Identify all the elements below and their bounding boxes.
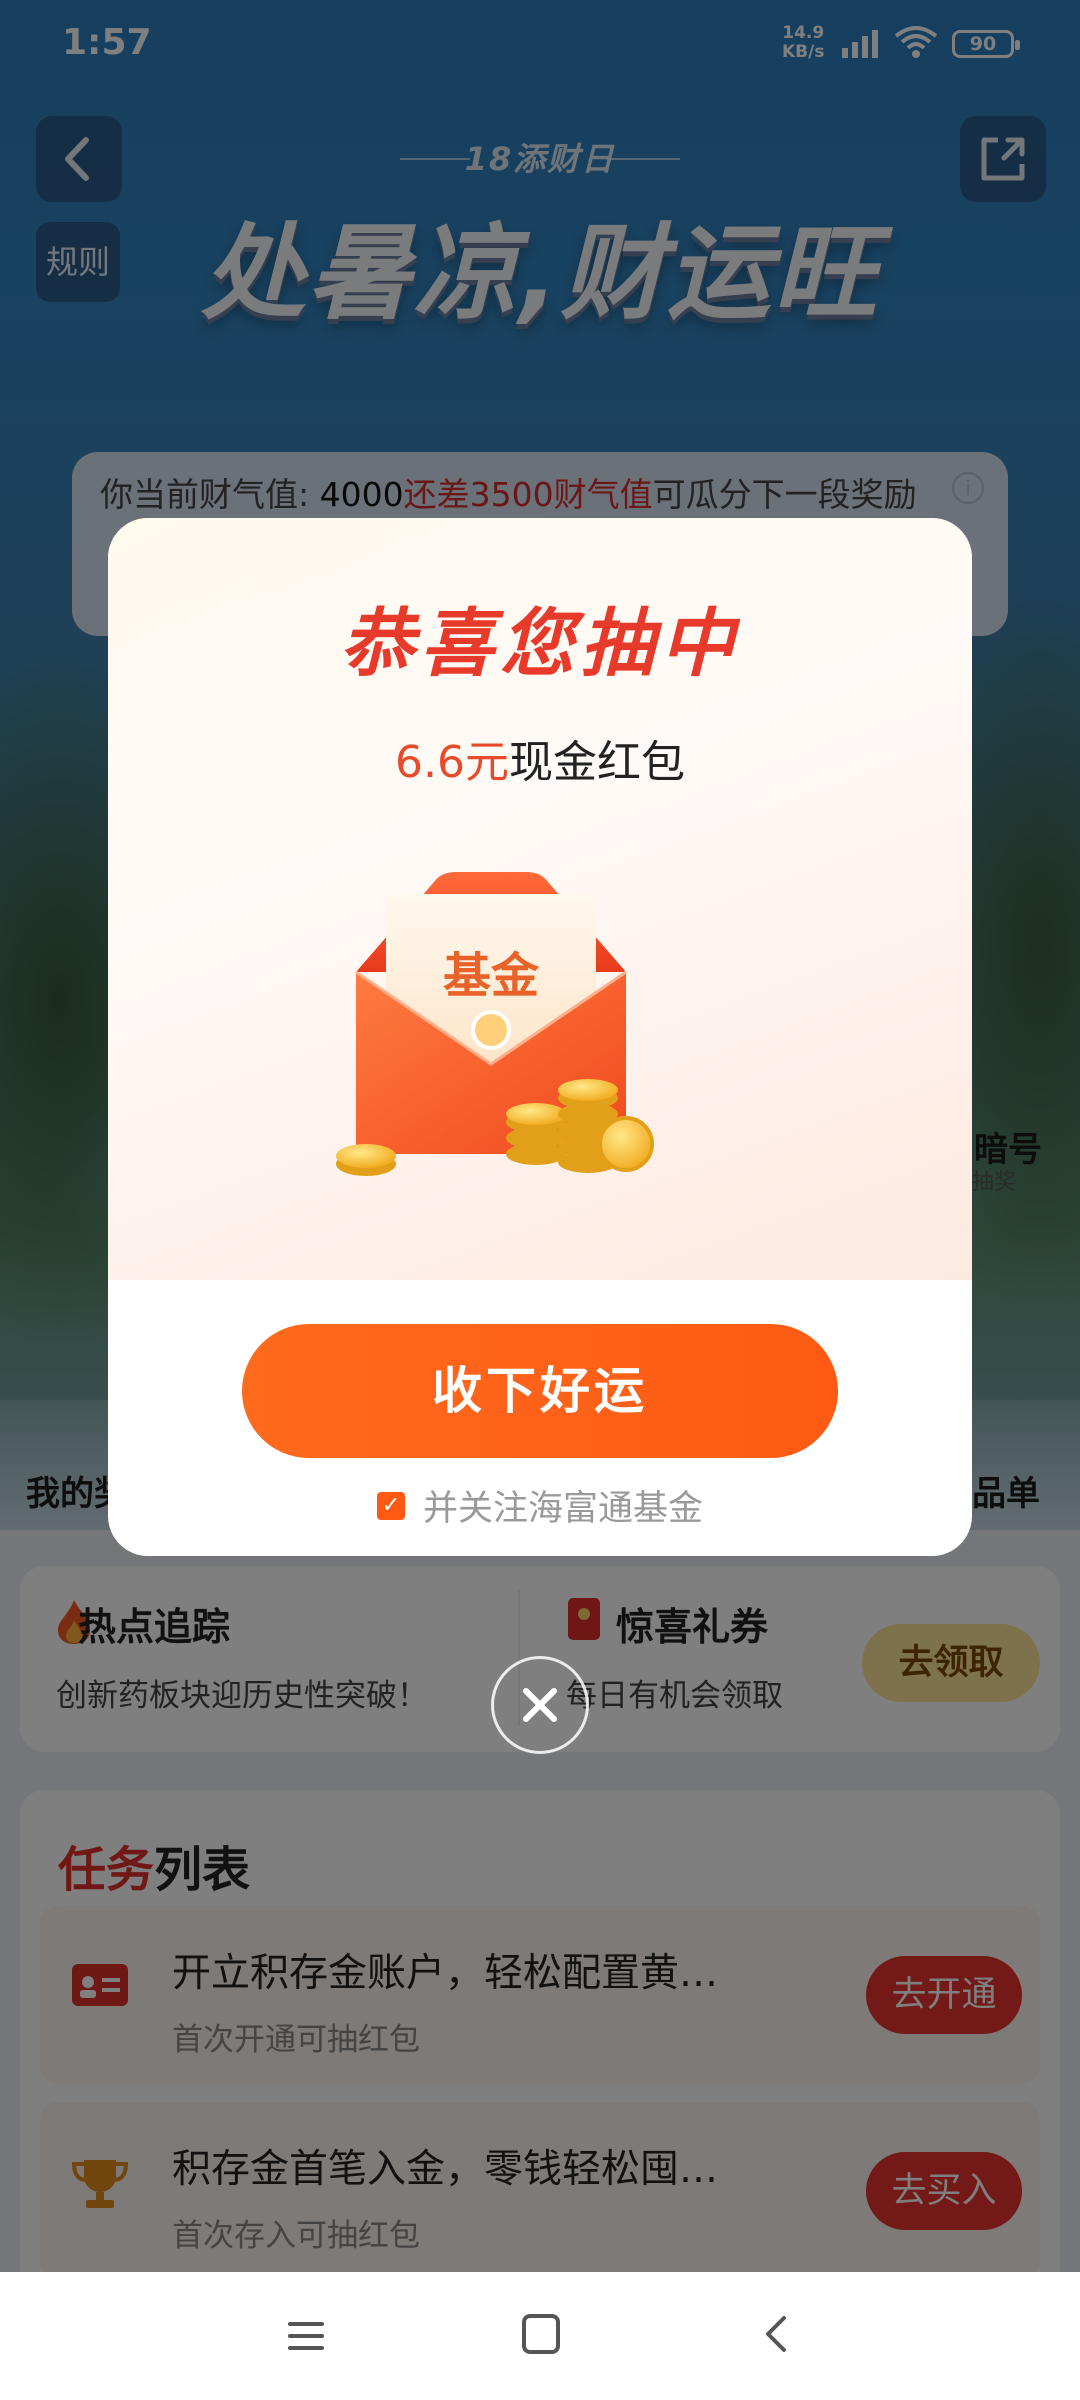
prize-dialog: 恭喜您抽中 6.6元现金红包 基金 收下好运 ✓ 并关注海富通基金 (108, 518, 972, 1556)
nav-back-icon[interactable] (756, 2312, 796, 2356)
close-dialog-button[interactable] (491, 1656, 589, 1754)
dialog-title: 恭喜您抽中 (340, 601, 740, 687)
system-nav-bar (0, 2272, 1080, 2400)
envelope-label: 基金 (443, 948, 540, 1004)
close-icon (523, 1688, 557, 1722)
prize-description: 6.6元现金红包 (108, 726, 972, 790)
accept-prize-button[interactable]: 收下好运 (242, 1324, 838, 1458)
prize-amount: 6.6元 (395, 737, 509, 788)
follow-option[interactable]: ✓ 并关注海富通基金 (108, 1480, 972, 1531)
prize-type: 现金红包 (508, 737, 685, 788)
home-icon[interactable] (520, 2312, 562, 2356)
red-envelope-illustration: 基金 (336, 872, 654, 1176)
menu-icon[interactable] (286, 2316, 326, 2356)
checkbox-checked-icon[interactable]: ✓ (376, 1492, 405, 1520)
follow-label: 并关注海富通基金 (422, 1489, 703, 1529)
